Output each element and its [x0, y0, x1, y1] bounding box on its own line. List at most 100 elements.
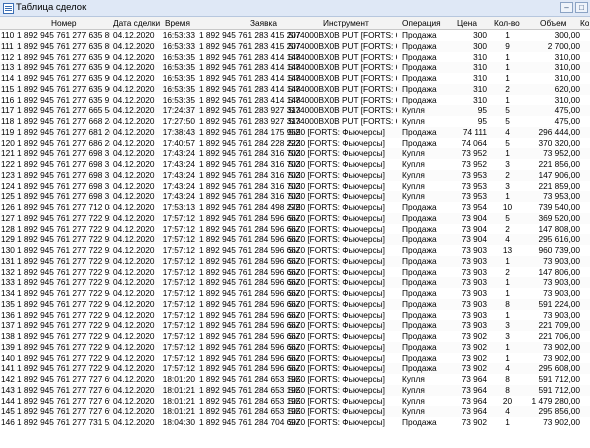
table-row[interactable]: 121 1 892 945 761 277 698 310 04.12.2020 17… — [0, 148, 590, 159]
table-row[interactable]: 132 1 892 945 761 277 722 938 04.12.2020 17… — [0, 266, 590, 278]
cell-operation: Продажа — [402, 417, 437, 427]
column-header-quantity[interactable]: Кол-во — [494, 17, 520, 29]
cell-row-index: 134 — [1, 288, 15, 298]
table-row[interactable]: 110 1 892 945 761 277 635 853 04.12.2020 16… — [0, 30, 590, 41]
table-row[interactable]: 136 1 892 945 761 277 722 942 04.12.2020 17… — [0, 309, 590, 321]
cell-operation: Продажа — [402, 363, 437, 374]
cell-volume: 147 806,00 — [538, 266, 580, 277]
table-row[interactable]: 125 1 892 945 761 277 698 314 04.12.2020 17… — [0, 191, 590, 202]
cell-volume: 295 856,00 — [538, 406, 580, 417]
cell-quantity: 1 — [505, 255, 510, 266]
cell-volume: 73 903,00 — [543, 255, 580, 266]
table-row[interactable]: 126 1 892 945 761 277 712 085 04.12.2020 17… — [0, 202, 590, 213]
cell-volume: 221 709,00 — [538, 320, 580, 331]
cell-trade-time: 17:57:12 — [162, 212, 195, 223]
cell-trade-time: 16:53:35 — [162, 62, 195, 73]
table-row[interactable]: 133 1 892 945 761 277 722 939 04.12.2020 17… — [0, 277, 590, 288]
column-header-price[interactable]: Цена — [457, 17, 477, 29]
cell-trade-number: 1 892 945 761 277 698 313 — [17, 180, 110, 191]
table-row[interactable]: 127 1 892 945 761 277 722 933 04.12.2020 17… — [0, 212, 590, 224]
cell-operation: Купля — [402, 180, 425, 191]
table-row[interactable]: 111 1 892 945 761 277 635 854 04.12.2020 16… — [0, 40, 590, 52]
cell-trade-number: 1 892 945 761 277 722 936 — [17, 245, 110, 255]
cell-price: 73 903 — [461, 309, 487, 320]
table-row[interactable]: 128 1 892 945 761 277 722 934 04.12.2020 17… — [0, 223, 590, 235]
table-row[interactable]: 137 1 892 945 761 277 722 943 04.12.2020 17… — [0, 320, 590, 331]
minimize-button[interactable]: – — [560, 2, 573, 13]
column-header-commission[interactable]: Ко — [580, 17, 589, 29]
cell-quantity: 2 — [505, 266, 510, 277]
column-header-time[interactable]: Время — [165, 17, 190, 29]
cell-trade-date: 04.12.2020 — [113, 341, 155, 352]
table-row[interactable]: 139 1 892 945 761 277 722 945 04.12.2020 17… — [0, 341, 590, 353]
cell-trade-time: 18:01:21 — [162, 384, 195, 395]
cell-quantity: 4 — [505, 234, 510, 245]
cell-row-index: 135 — [1, 298, 15, 309]
cell-instrument: SiZ0 [FORTS: Фьючерсы] — [288, 234, 385, 245]
cell-quantity: 10 — [502, 202, 513, 212]
table-row[interactable]: 140 1 892 945 761 277 722 946 04.12.2020 17… — [0, 352, 590, 364]
table-row[interactable]: 138 1 892 945 761 277 722 944 04.12.2020 17… — [0, 331, 590, 342]
cell-price: 310 — [473, 62, 487, 73]
table-row[interactable]: 123 1 892 945 761 277 698 312 04.12.2020 17… — [0, 169, 590, 181]
table-row[interactable]: 145 1 892 945 761 277 727 695 04.12.2020 18… — [0, 406, 590, 417]
cell-row-index: 139 — [1, 341, 15, 352]
cell-price: 73 904 — [461, 212, 487, 223]
cell-quantity: 1 — [505, 277, 510, 288]
table-row[interactable]: 124 1 892 945 761 277 698 313 04.12.2020 17… — [0, 180, 590, 192]
table-row[interactable]: 141 1 892 945 761 277 722 947 04.12.2020 17… — [0, 363, 590, 374]
table-row[interactable]: 131 1 892 945 761 277 722 937 04.12.2020 17… — [0, 255, 590, 267]
cell-trade-number: 1 892 945 761 277 722 945 — [17, 341, 110, 352]
cell-trade-date: 04.12.2020 — [113, 105, 155, 116]
cell-trade-date: 04.12.2020 — [113, 352, 155, 363]
column-header-number[interactable]: Номер — [51, 17, 77, 29]
table-row[interactable]: 146 1 892 945 761 277 731 527 04.12.2020 18… — [0, 417, 590, 428]
cell-row-index: 111 — [1, 40, 14, 51]
cell-trade-time: 17:57:12 — [162, 352, 195, 363]
cell-price: 73 954 — [461, 202, 487, 212]
cell-quantity: 3 — [505, 331, 510, 341]
table-row[interactable]: 112 1 892 945 761 277 635 900 04.12.2020 16… — [0, 51, 590, 63]
column-header-trade-date[interactable]: Дата сделки — [113, 17, 160, 29]
table-row[interactable]: 118 1 892 945 761 277 668 248 04.12.2020 17… — [0, 116, 590, 127]
cell-trade-date: 04.12.2020 — [113, 374, 155, 384]
table-row[interactable]: 120 1 892 945 761 277 686 287 04.12.2020 17… — [0, 137, 590, 149]
table-row[interactable]: 142 1 892 945 761 277 727 692 04.12.2020 18… — [0, 374, 590, 385]
table-row[interactable]: 113 1 892 945 761 277 635 901 04.12.2020 16… — [0, 62, 590, 73]
cell-quantity: 20 — [502, 395, 513, 406]
column-header-operation[interactable]: Операция — [402, 17, 441, 29]
cell-instrument: SiZ0 [FORTS: Фьючерсы] — [288, 212, 385, 223]
table-row[interactable]: 122 1 892 945 761 277 698 311 04.12.2020 17… — [0, 159, 590, 170]
column-header-instrument[interactable]: Инструмент — [323, 17, 369, 29]
cell-trade-number: 1 892 945 761 277 712 085 — [17, 202, 110, 212]
cell-instrument: Si74000BX0B PUT [FORTS: Опци — [288, 73, 397, 83]
cell-quantity: 1 — [505, 51, 510, 62]
cell-operation: Купля — [402, 169, 425, 180]
table-row[interactable]: 117 1 892 945 761 277 665 541 04.12.2020 17… — [0, 105, 590, 116]
maximize-button[interactable]: □ — [575, 2, 588, 13]
cell-instrument: Si74000BX0B PUT [FORTS: Опци — [288, 62, 397, 73]
cell-price: 73 902 — [461, 331, 487, 341]
cell-price: 74 111 — [462, 126, 487, 137]
title-bar[interactable]: Таблица сделок – □ — [0, 0, 590, 17]
table-row[interactable]: 143 1 892 945 761 277 727 693 04.12.2020 18… — [0, 384, 590, 396]
cell-volume: 310,00 — [554, 94, 580, 105]
table-row[interactable]: 119 1 892 945 761 277 681 263 04.12.2020 17… — [0, 126, 590, 138]
cell-volume: 295 608,00 — [538, 363, 580, 374]
table-row[interactable]: 144 1 892 945 761 277 727 694 04.12.2020 18… — [0, 395, 590, 407]
cell-operation: Продажа — [402, 288, 437, 298]
table-row[interactable]: 115 1 892 945 761 277 635 909 04.12.2020 16… — [0, 83, 590, 95]
cell-row-index: 130 — [1, 245, 15, 255]
table-row[interactable]: 134 1 892 945 761 277 722 940 04.12.2020 17… — [0, 288, 590, 299]
cell-volume: 73 902,00 — [543, 341, 580, 352]
cell-quantity: 9 — [505, 40, 510, 51]
table-row[interactable]: 116 1 892 945 761 277 635 910 04.12.2020 16… — [0, 94, 590, 106]
table-row[interactable]: 130 1 892 945 761 277 722 936 04.12.2020 17… — [0, 245, 590, 256]
trades-table-window: Таблица сделок – □ Номер Дата сделки Вре… — [0, 0, 590, 448]
table-row[interactable]: 114 1 892 945 761 277 635 902 04.12.2020 16… — [0, 73, 590, 84]
column-header-order[interactable]: Заявка — [250, 17, 277, 29]
column-header-volume[interactable]: Объем — [540, 17, 566, 29]
cell-trade-number: 1 892 945 761 277 722 933 — [17, 212, 110, 223]
table-row[interactable]: 129 1 892 945 761 277 722 935 04.12.2020 17… — [0, 234, 590, 245]
table-row[interactable]: 135 1 892 945 761 277 722 941 04.12.2020 17… — [0, 298, 590, 310]
